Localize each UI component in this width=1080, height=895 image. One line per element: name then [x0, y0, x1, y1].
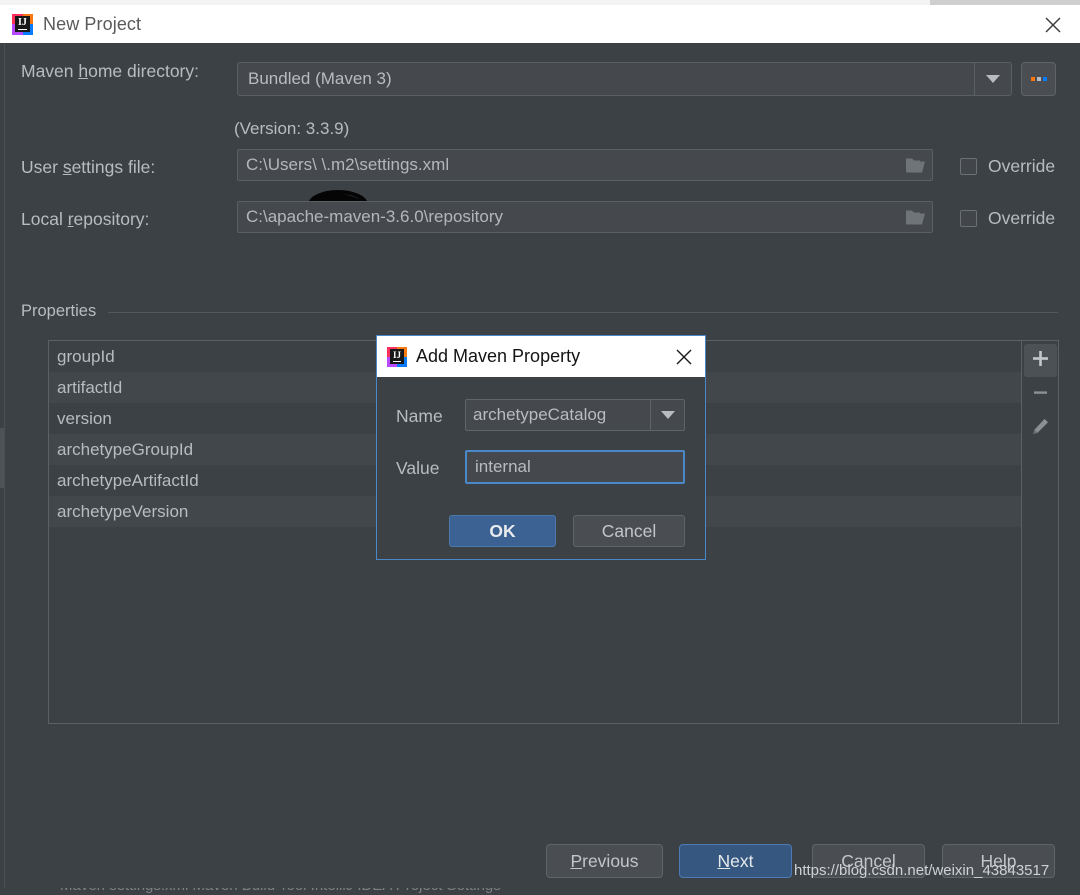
- property-name-combobox[interactable]: archetypeCatalog: [465, 399, 685, 431]
- override-label: Override: [988, 156, 1056, 176]
- dialog-body: Name archetypeCatalog Value internal OK …: [377, 377, 705, 560]
- dialog-title: Add Maven Property: [416, 346, 581, 366]
- property-value-input[interactable]: internal: [465, 450, 685, 484]
- add-property-button[interactable]: [1023, 344, 1057, 377]
- local-repository-field[interactable]: C:\apache-maven-3.6.0\repository: [237, 201, 933, 233]
- window-titlebar: IJ New Project: [0, 5, 1080, 43]
- maven-home-label: Maven home directory:: [21, 61, 199, 81]
- remove-property-button[interactable]: [1024, 378, 1057, 411]
- maven-home-combobox[interactable]: Bundled (Maven 3): [237, 62, 1012, 96]
- checkbox-box[interactable]: [960, 210, 977, 227]
- pencil-icon: [1031, 417, 1050, 441]
- properties-group-title: Properties: [21, 302, 97, 320]
- dialog-titlebar: IJ Add Maven Property: [377, 336, 705, 377]
- bottom-cut-text: Maven settings.xml Maven Build Tool Inte…: [60, 888, 501, 894]
- edit-property-button[interactable]: [1024, 412, 1057, 445]
- local-repository-row: Local repository:: [21, 209, 149, 230]
- previous-button[interactable]: Previous: [546, 844, 663, 878]
- properties-group-divider: [108, 312, 1058, 313]
- folder-icon[interactable]: [898, 150, 932, 180]
- user-settings-override-checkbox[interactable]: Override: [960, 156, 1055, 177]
- close-icon[interactable]: [673, 346, 695, 368]
- name-label: Name: [396, 406, 443, 426]
- property-name-value: archetypeCatalog: [473, 405, 607, 424]
- next-button[interactable]: Next: [679, 844, 792, 878]
- properties-table-toolbar: [1022, 340, 1059, 724]
- user-settings-label: User settings file:: [21, 157, 156, 177]
- user-settings-value: C:\Users\ \.m2\settings.xml: [246, 155, 450, 174]
- local-repository-override-checkbox[interactable]: Override: [960, 208, 1055, 229]
- chevron-down-icon[interactable]: [650, 400, 684, 430]
- plus-icon: [1031, 349, 1050, 373]
- maven-home-row: Maven home directory:: [21, 61, 199, 82]
- cancel-button[interactable]: Cancel: [573, 515, 685, 547]
- intellij-idea-icon: IJ: [12, 13, 33, 35]
- close-icon[interactable]: [1040, 13, 1066, 37]
- maven-home-browse-button[interactable]: [1021, 62, 1056, 96]
- left-edge-strip: [0, 43, 5, 895]
- watermark-url: https://blog.csdn.net/weixin_43843517: [794, 862, 1050, 879]
- checkbox-box[interactable]: [960, 158, 977, 175]
- value-label: Value: [396, 458, 440, 478]
- minus-icon: [1031, 383, 1050, 407]
- intellij-idea-icon: IJ: [387, 346, 407, 367]
- left-edge-highlight: [0, 428, 4, 488]
- maven-home-value: Bundled (Maven 3): [248, 69, 392, 88]
- add-maven-property-dialog: IJ Add Maven Property Name archetypeCata…: [376, 335, 706, 560]
- property-value-text: internal: [475, 457, 531, 476]
- override-label: Override: [988, 208, 1056, 228]
- local-repository-value: C:\apache-maven-3.6.0\repository: [246, 207, 504, 226]
- new-project-window: IJ New Project Maven home directory: Bun…: [0, 0, 1080, 895]
- bottom-cut-row: Maven settings.xml Maven Build Tool Inte…: [0, 888, 1080, 895]
- user-settings-row: User settings file:: [21, 157, 155, 178]
- local-repository-label: Local repository:: [21, 209, 150, 229]
- chevron-down-icon[interactable]: [974, 63, 1011, 95]
- maven-version-note: (Version: 3.3.9): [234, 119, 350, 138]
- window-title: New Project: [43, 13, 142, 34]
- user-settings-field[interactable]: C:\Users\ \.m2\settings.xml: [237, 149, 933, 181]
- ok-button[interactable]: OK: [449, 515, 556, 547]
- folder-icon[interactable]: [898, 202, 932, 232]
